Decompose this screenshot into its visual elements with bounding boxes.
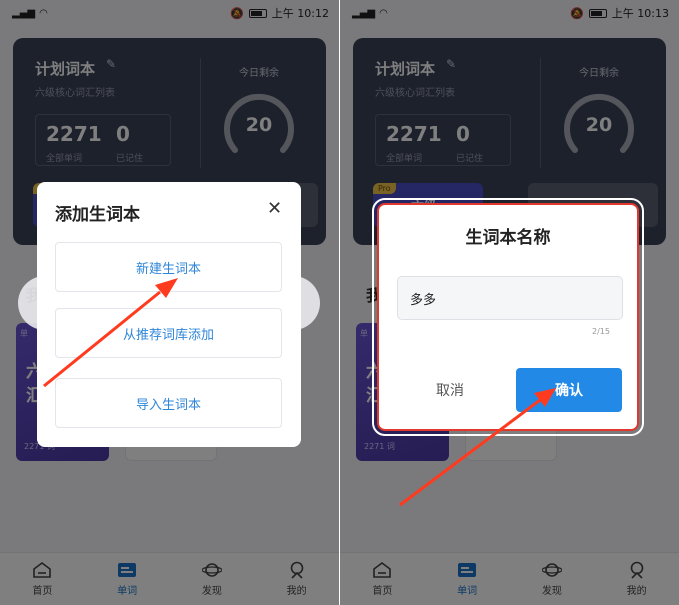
phone-screen-left: ▂▄▆ ◠ 🔕 上午 10:12 计划词本 ✎ 六级核心词汇列表 2271 0 … bbox=[0, 0, 339, 605]
dialog-title: 添加生词本 bbox=[55, 205, 140, 225]
book-name-input[interactable] bbox=[397, 276, 623, 320]
confirm-button[interactable]: 确认 bbox=[516, 368, 622, 412]
close-icon[interactable]: ✕ bbox=[267, 200, 282, 218]
add-vocab-book-dialog: 添加生词本 ✕ 新建生词本 从推荐词库添加 导入生词本 bbox=[37, 182, 301, 447]
cancel-button[interactable]: 取消 bbox=[397, 368, 503, 412]
dialog-title: 生词本名称 bbox=[465, 228, 551, 248]
char-counter: 2/15 bbox=[592, 327, 610, 336]
import-vocab-book-button[interactable]: 导入生词本 bbox=[55, 378, 282, 428]
new-vocab-book-button[interactable]: 新建生词本 bbox=[55, 242, 282, 292]
add-from-recommended-button[interactable]: 从推荐词库添加 bbox=[55, 308, 282, 358]
vocab-book-name-dialog: 生词本名称 2/15 取消 确认 bbox=[372, 198, 644, 436]
